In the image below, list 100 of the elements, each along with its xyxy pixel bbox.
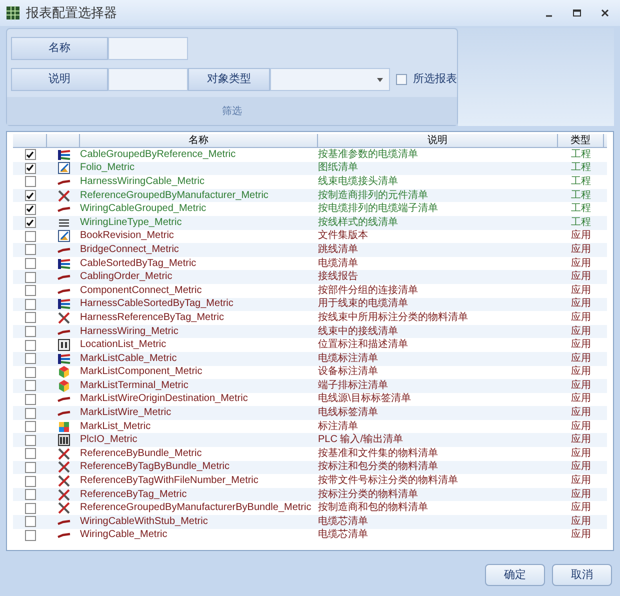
table-cell-text: 应用 — [570, 272, 592, 282]
crossed-tools-icon — [56, 448, 70, 460]
table-cell-text: MarkList_Metric — [80, 422, 152, 432]
table-cell-text: 应用 — [570, 516, 592, 527]
table-cell-text: 电缆芯清单 — [318, 530, 369, 540]
table-cell-text: 应用 — [570, 380, 592, 391]
table-cell-text: 工程 — [570, 190, 592, 201]
column-header[interactable]: 名称 — [80, 134, 318, 147]
row-checkbox[interactable] — [24, 298, 36, 310]
selected-only-checkbox[interactable] — [396, 74, 407, 85]
table-cell-text: 应用 — [570, 490, 592, 500]
table-cell-text: ReferenceByBundle_Metric — [80, 448, 203, 459]
cancel-button[interactable]: 取消 — [552, 564, 612, 586]
table-cell-text: 应用 — [570, 394, 592, 404]
table-cell-text: MarkListCable_Metric — [80, 354, 178, 364]
table-cell-text: 标注清单 — [318, 422, 359, 432]
column-header[interactable]: 类型 — [558, 134, 604, 147]
close-icon[interactable] — [600, 8, 610, 18]
cable-bundle-icon — [56, 352, 70, 365]
row-checkbox[interactable] — [24, 421, 36, 432]
row-checkbox[interactable] — [24, 353, 36, 364]
table-cell-text: BookRevision_Metric — [80, 231, 175, 242]
location-frame-icon — [56, 339, 70, 352]
table-cell-text: ReferenceGroupedByManufacturer_Metric — [80, 190, 270, 201]
row-checkbox[interactable] — [24, 366, 36, 378]
table-cell-text: 应用 — [570, 408, 592, 418]
table-cell-text: 应用 — [570, 476, 592, 486]
row-checkbox[interactable] — [24, 176, 36, 188]
table-cell-text: 应用 — [570, 422, 592, 432]
row-checkbox[interactable] — [24, 448, 36, 460]
table-cell-text: 按制造商排列的元件清单 — [318, 190, 429, 201]
table-cell-text: MarkListComponent_Metric — [80, 367, 204, 378]
row-checkbox[interactable] — [24, 340, 36, 351]
table-grid-icon — [6, 6, 20, 20]
description-label: 说明 — [11, 68, 108, 91]
crossed-tools-icon — [56, 461, 70, 474]
column-header[interactable]: 说明 — [318, 134, 558, 147]
table-cell-text: 电缆芯清单 — [318, 516, 369, 527]
plc-module-icon — [56, 434, 70, 446]
row-checkbox[interactable] — [24, 217, 36, 228]
table-cell-text: ReferenceByTag_Metric — [80, 490, 188, 500]
table-cell-text: 按线束中所用标注分类的物料清单 — [318, 312, 469, 323]
row-checkbox[interactable] — [24, 258, 36, 270]
row-checkbox[interactable] — [24, 285, 36, 296]
row-checkbox[interactable] — [24, 530, 36, 541]
row-checkbox[interactable] — [24, 312, 36, 324]
row-checkbox[interactable] — [24, 190, 36, 202]
table-cell-text: 应用 — [570, 448, 592, 459]
row-checkbox[interactable] — [24, 502, 36, 514]
table-cell-text: MarkListTerminal_Metric — [80, 380, 190, 391]
row-checkbox[interactable] — [24, 394, 36, 405]
table-cell-text: 接线报告 — [318, 272, 359, 282]
table-cell-text: 工程 — [570, 204, 592, 214]
table-cell-text: 电缆清单 — [318, 258, 359, 269]
table-cell-text: 应用 — [570, 326, 592, 337]
row-checkbox[interactable] — [24, 326, 36, 338]
dropdown-arrow-icon — [377, 78, 383, 82]
cubes-icon — [56, 380, 70, 392]
table-cell-text: 按标注和包分类的物料清单 — [318, 462, 439, 472]
crossed-tools-icon — [56, 312, 70, 324]
table-cell-text: 应用 — [570, 503, 592, 514]
ok-button[interactable]: 确定 — [485, 564, 545, 586]
table-cell-text: HarnessWiringCable_Metric — [80, 176, 206, 187]
row-checkbox[interactable] — [24, 162, 36, 174]
table-cell-text: MarkListWire_Metric — [80, 408, 172, 418]
table-cell-text: 设备标注清单 — [318, 367, 379, 378]
table-cell-text: HarnessWiring_Metric — [80, 326, 180, 337]
row-checkbox[interactable] — [24, 204, 36, 215]
row-checkbox[interactable] — [24, 408, 36, 419]
crossed-tools-icon — [56, 488, 70, 501]
table-cell-text: 文件集版本 — [318, 231, 369, 242]
table-cell-text: CablingOrder_Metric — [80, 272, 174, 282]
table-cell-text: 端子排标注清单 — [318, 380, 389, 391]
table-cell-text: MarkListWireOriginDestination_Metric — [80, 394, 249, 404]
table-cell-text: 电线标签清单 — [318, 408, 379, 418]
selected-only-label: 所选报表 — [413, 72, 457, 88]
row-checkbox[interactable] — [24, 516, 36, 528]
cable-bundle-icon — [56, 148, 70, 161]
lines-icon — [56, 216, 70, 229]
description-field[interactable] — [108, 68, 188, 91]
table-cell-text: 应用 — [570, 367, 592, 378]
row-checkbox[interactable] — [24, 149, 36, 160]
table-cell-text: 按标注分类的物料清单 — [318, 490, 419, 500]
table-cell-text: 图纸清单 — [318, 163, 359, 174]
table-cell-text: 用于线束的电缆清单 — [318, 299, 409, 310]
row-checkbox[interactable] — [24, 272, 36, 283]
row-checkbox[interactable] — [24, 489, 36, 500]
name-field[interactable] — [108, 37, 188, 60]
table-cell-text: BridgeConnect_Metric — [80, 244, 180, 255]
cable-bundle-icon — [56, 298, 70, 310]
maximize-icon[interactable] — [572, 8, 582, 18]
row-checkbox[interactable] — [24, 380, 36, 392]
table-cell-text: 线束中的接线清单 — [318, 326, 399, 337]
row-checkbox[interactable] — [24, 434, 36, 446]
object-type-label: 对象类型 — [188, 68, 270, 91]
row-checkbox[interactable] — [24, 462, 36, 473]
row-checkbox[interactable] — [24, 476, 36, 487]
row-checkbox[interactable] — [24, 230, 36, 242]
table-cell-text: WiringCableWithStub_Metric — [80, 516, 209, 527]
row-checkbox[interactable] — [24, 244, 36, 256]
